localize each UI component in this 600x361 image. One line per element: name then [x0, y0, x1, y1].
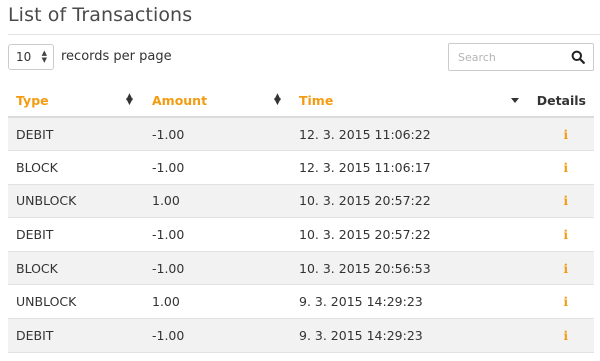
sort-both-icon: ▲ ▼: [126, 92, 133, 107]
table-header-row: Type ▲ ▼ Amount ▲ ▼ Time Details: [8, 84, 594, 118]
select-arrows-icon: ▲ ▼: [41, 49, 47, 64]
cell-details: i: [527, 117, 594, 152]
cell-time: 10. 3. 2015 20:57:22: [291, 184, 527, 219]
column-header-label: Amount: [152, 92, 208, 108]
cell-amount: 1.00: [144, 284, 291, 320]
page-length-label: records per page: [61, 49, 172, 64]
cell-time: 10. 3. 2015 20:57:22: [291, 217, 527, 252]
cell-type: BLOCK: [8, 150, 144, 185]
cell-type: UNBLOCK: [8, 284, 144, 320]
table-row: BLOCK -1.00 12. 3. 2015 11:06:17 i: [8, 150, 594, 185]
info-icon[interactable]: i: [563, 329, 568, 343]
info-icon[interactable]: i: [563, 228, 568, 242]
cell-details: i: [527, 318, 594, 353]
cell-time: 10. 3. 2015 20:56:53: [291, 251, 527, 286]
page-title: List of Transactions: [8, 4, 193, 26]
cell-time: 9. 3. 2015 14:29:23: [291, 318, 527, 353]
search-icon[interactable]: [571, 50, 585, 64]
cell-details: i: [527, 251, 594, 286]
page-length-select[interactable]: 10 ▲ ▼: [8, 44, 54, 70]
info-icon[interactable]: i: [563, 128, 568, 142]
search-input[interactable]: [449, 45, 573, 69]
column-header-details: Details: [527, 84, 594, 118]
cell-amount: -1.00: [144, 150, 291, 185]
cell-amount: -1.00: [144, 217, 291, 252]
cell-type: DEBIT: [8, 217, 144, 252]
column-header-label: Type: [16, 92, 49, 108]
search-box[interactable]: [448, 43, 594, 71]
cell-time: 9. 3. 2015 14:29:23: [291, 284, 527, 320]
cell-type: BLOCK: [8, 251, 144, 286]
cell-amount: 1.00: [144, 184, 291, 219]
table-row: BLOCK -1.00 10. 3. 2015 20:56:53 i: [8, 251, 594, 286]
cell-amount: -1.00: [144, 117, 291, 152]
cell-type: DEBIT: [8, 117, 144, 152]
table-row: UNBLOCK 1.00 9. 3. 2015 14:29:23 i: [8, 284, 594, 320]
sort-both-icon: ▲ ▼: [274, 92, 281, 107]
table-row: UNBLOCK 1.00 10. 3. 2015 20:57:22 i: [8, 184, 594, 219]
cell-amount: -1.00: [144, 318, 291, 353]
info-icon[interactable]: i: [563, 161, 568, 175]
info-icon[interactable]: i: [563, 262, 568, 276]
table-row: DEBIT -1.00 12. 3. 2015 11:06:22 i: [8, 117, 594, 152]
sort-descending-icon: [511, 98, 519, 103]
cell-time: 12. 3. 2015 11:06:17: [291, 150, 527, 185]
cell-time: 12. 3. 2015 11:06:22: [291, 117, 527, 152]
info-icon[interactable]: i: [563, 295, 568, 309]
column-header-label: Details: [536, 92, 586, 108]
info-icon[interactable]: i: [563, 194, 568, 208]
transactions-table: Type ▲ ▼ Amount ▲ ▼ Time Details DEBIT -1.…: [8, 84, 594, 353]
page-length-value: 10: [16, 50, 32, 64]
table-row: DEBIT -1.00 10. 3. 2015 20:57:22 i: [8, 217, 594, 252]
cell-details: i: [527, 184, 594, 219]
cell-type: UNBLOCK: [8, 184, 144, 219]
cell-amount: -1.00: [144, 251, 291, 286]
cell-type: DEBIT: [8, 318, 144, 353]
table-row: DEBIT -1.00 9. 3. 2015 14:29:23 i: [8, 318, 594, 353]
column-header-time[interactable]: Time: [291, 84, 527, 118]
cell-details: i: [527, 284, 594, 320]
title-divider: [8, 34, 600, 35]
column-header-type[interactable]: Type ▲ ▼: [8, 84, 144, 118]
cell-details: i: [527, 150, 594, 185]
column-header-amount[interactable]: Amount ▲ ▼: [144, 84, 291, 118]
cell-details: i: [527, 217, 594, 252]
column-header-label: Time: [299, 92, 334, 108]
